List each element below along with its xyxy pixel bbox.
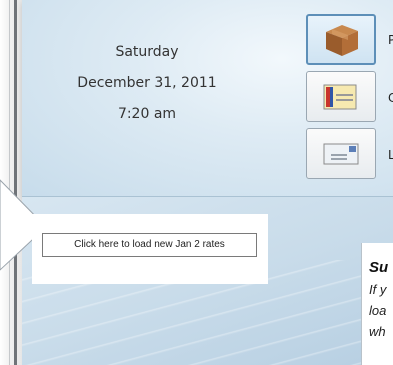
letter-icon (323, 143, 359, 165)
summary-line-3: wh (369, 324, 386, 339)
letter-button[interactable] (306, 128, 376, 179)
letter-button-label: L (388, 148, 393, 162)
summary-line-1: If y (369, 282, 387, 297)
card-button-label: C (388, 91, 393, 105)
summary-line-2: loa (369, 303, 387, 318)
full-date-label: December 31, 2011 (77, 75, 217, 91)
card-button[interactable] (306, 71, 376, 122)
summary-panel: Su If y loa wh (361, 243, 393, 365)
package-icon (326, 25, 358, 56)
summary-title: Su (369, 259, 389, 276)
card-icon (323, 84, 357, 110)
load-rates-button[interactable]: Click here to load new Jan 2 rates (42, 233, 257, 257)
date-block: Saturday December 31, 2011 7:20 am (62, 38, 232, 131)
time-label: 7:20 am (117, 106, 177, 122)
weekday-label: Saturday (115, 44, 179, 60)
package-button[interactable] (306, 14, 376, 65)
package-button-label: P (388, 33, 393, 47)
